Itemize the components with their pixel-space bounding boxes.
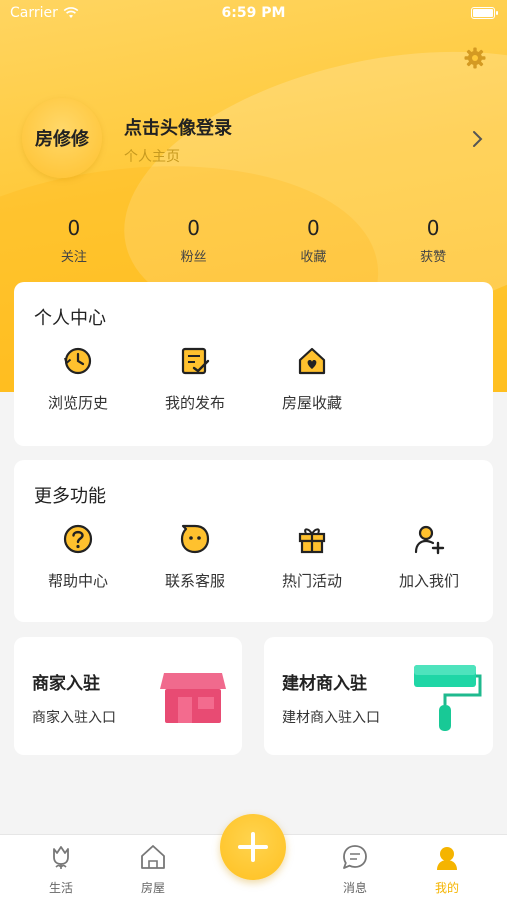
paint-roller-icon xyxy=(414,665,482,731)
house-favorite-icon xyxy=(298,347,326,375)
hot-activities-item[interactable]: 热门活动 xyxy=(262,522,362,591)
materials-supplier-join-title: 建材商入驻 xyxy=(282,674,367,694)
avatar[interactable]: 房修修 xyxy=(22,98,102,178)
browse-history-item[interactable]: 浏览历史 xyxy=(28,344,128,413)
tab-messages[interactable]: 消息 xyxy=(325,843,385,896)
stats-row: 0 关注 0 粉丝 0 收藏 0 获赞 xyxy=(14,216,493,265)
login-prompt[interactable]: 点击头像登录 xyxy=(124,114,232,140)
help-center-item[interactable]: 帮助中心 xyxy=(28,522,128,591)
customer-service-item[interactable]: 联系客服 xyxy=(145,522,245,591)
merchant-join-subtitle: 商家入驻入口 xyxy=(32,710,116,726)
my-posts-item[interactable]: 我的发布 xyxy=(145,344,245,413)
profile-subtitle: 个人主页 xyxy=(124,149,180,165)
stat-favorites[interactable]: 0 收藏 xyxy=(254,216,374,265)
tulip-icon xyxy=(53,846,69,869)
profile-icon xyxy=(437,847,457,870)
battery-icon xyxy=(471,7,498,19)
stat-following[interactable]: 0 关注 xyxy=(14,216,134,265)
more-features-card: 更多功能 帮助中心 联系客服 热门活动 加入我们 xyxy=(14,460,493,622)
history-icon xyxy=(64,347,92,375)
shop-icon xyxy=(160,673,226,723)
add-post-button[interactable] xyxy=(220,814,286,880)
personal-center-card: 个人中心 浏览历史 我的发布 房屋收藏 xyxy=(14,282,493,446)
status-bar: Carrier 6:59 PM xyxy=(0,0,507,28)
tab-life[interactable]: 生活 xyxy=(31,843,91,896)
clock: 6:59 PM xyxy=(221,5,286,21)
tab-mine[interactable]: 我的 xyxy=(417,843,477,896)
message-icon xyxy=(343,845,367,869)
personal-center-title: 个人中心 xyxy=(34,308,106,329)
house-favorites-item[interactable]: 房屋收藏 xyxy=(262,344,362,413)
chevron-right-icon[interactable] xyxy=(471,130,485,148)
join-us-item[interactable]: 加入我们 xyxy=(379,522,479,591)
publish-icon xyxy=(181,347,210,375)
materials-supplier-join-subtitle: 建材商入驻入口 xyxy=(282,710,380,726)
materials-supplier-join-card[interactable]: 建材商入驻 建材商入驻入口 xyxy=(264,637,493,755)
customer-service-icon xyxy=(180,524,210,554)
settings-gear-icon[interactable] xyxy=(463,46,487,70)
help-icon xyxy=(63,524,93,554)
merchant-join-card[interactable]: 商家入驻 商家入驻入口 xyxy=(14,637,242,755)
merchant-join-title: 商家入驻 xyxy=(32,674,100,694)
stat-fans[interactable]: 0 粉丝 xyxy=(134,216,254,265)
home-icon xyxy=(141,845,165,869)
stat-likes[interactable]: 0 获赞 xyxy=(373,216,493,265)
more-features-title: 更多功能 xyxy=(34,486,106,507)
tab-house[interactable]: 房屋 xyxy=(123,843,183,896)
add-user-icon xyxy=(414,525,445,555)
gift-icon xyxy=(298,528,326,554)
